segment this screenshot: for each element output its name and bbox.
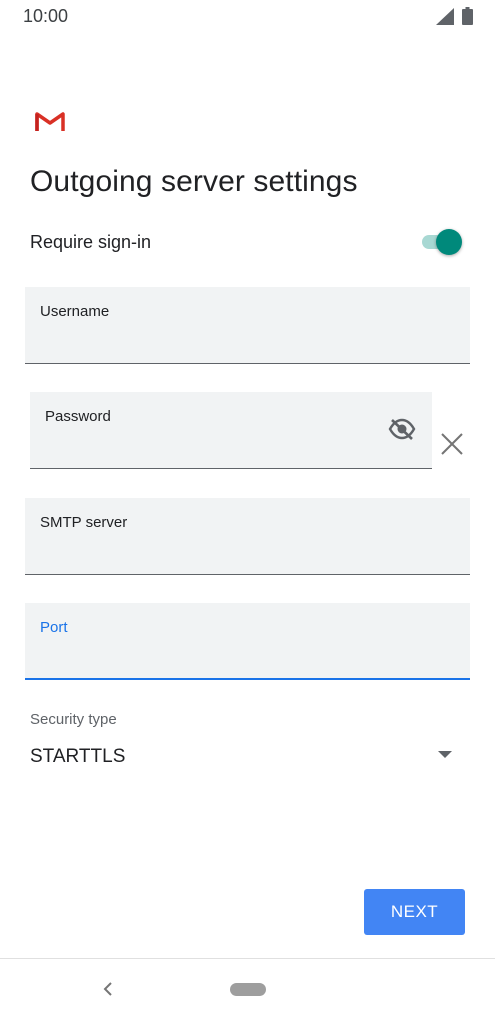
password-label: Password bbox=[45, 408, 111, 425]
eye-off-icon[interactable] bbox=[388, 418, 416, 445]
status-time: 10:00 bbox=[23, 6, 69, 26]
port-field[interactable]: Port bbox=[25, 603, 470, 680]
signal-icon bbox=[436, 8, 454, 30]
port-label: Port bbox=[40, 619, 68, 636]
dropdown-arrow-icon[interactable] bbox=[438, 746, 452, 764]
gmail-logo bbox=[35, 110, 65, 137]
close-icon[interactable] bbox=[440, 432, 464, 461]
require-signin-label: Require sign-in bbox=[30, 232, 152, 252]
navigation-bar bbox=[0, 958, 495, 1019]
security-type-label: Security type bbox=[30, 711, 117, 728]
username-field[interactable]: Username bbox=[25, 287, 470, 364]
battery-icon bbox=[462, 7, 473, 30]
password-field[interactable]: Password bbox=[30, 392, 432, 469]
username-label: Username bbox=[40, 303, 110, 320]
back-icon[interactable] bbox=[103, 981, 113, 1002]
toggle-thumb bbox=[436, 229, 462, 255]
security-type-select[interactable]: STARTTLS bbox=[30, 746, 125, 768]
smtp-server-label: SMTP server bbox=[40, 514, 128, 531]
require-signin-toggle[interactable] bbox=[420, 229, 462, 255]
page-title: Outgoing server settings bbox=[30, 165, 358, 198]
next-button[interactable]: NEXT bbox=[364, 889, 465, 935]
status-bar: 10:00 bbox=[0, 0, 495, 34]
smtp-server-field[interactable]: SMTP server bbox=[25, 498, 470, 575]
home-pill[interactable] bbox=[230, 983, 266, 996]
